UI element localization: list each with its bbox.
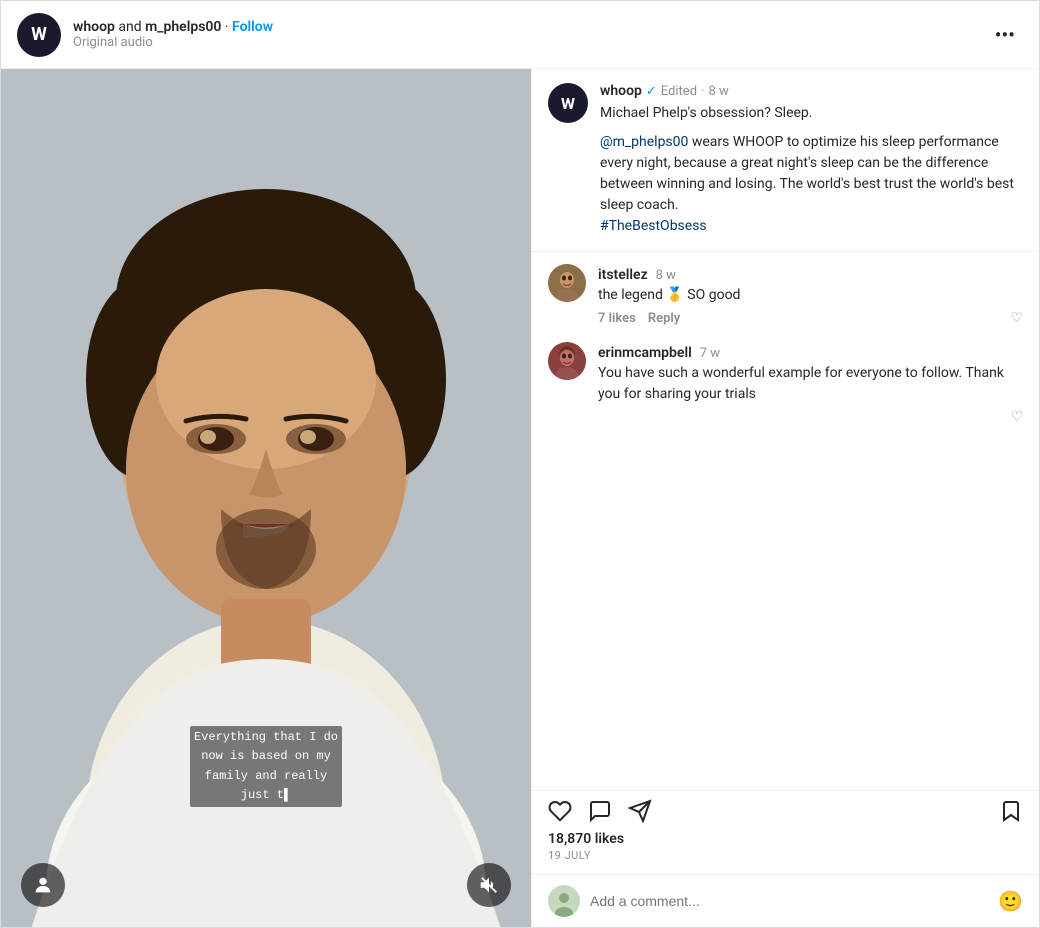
- comment-heart-itstellez[interactable]: ♡: [1010, 310, 1023, 326]
- caption-line1: Everything that I do: [194, 730, 338, 744]
- post-title: Michael Phelp's obsession? Sleep.: [600, 103, 1023, 124]
- comment-avatar-itstellez: [548, 264, 586, 302]
- comment-button[interactable]: [588, 799, 612, 823]
- comment-body-erinmcampbell: erinmcampbell 7 w You have such a wonder…: [598, 342, 1023, 425]
- post-title-text: Michael Phelp's obsession? Sleep.: [600, 105, 813, 121]
- comment-likes-row-erinmcampbell: ♡: [598, 409, 1023, 425]
- header-subtitle: Original audio: [73, 35, 987, 50]
- header-dot: ·: [225, 19, 232, 35]
- post-time: 8 w: [708, 84, 728, 99]
- action-bar: 18,870 likes 19 JULY: [532, 790, 1039, 874]
- post-body: @m_phelps00 wears WHOOP to optimize his …: [600, 132, 1023, 237]
- comments-section: itstellez 8 w the legend 🥇 SO good 7 lik…: [532, 252, 1039, 790]
- profile-button[interactable]: [21, 863, 65, 907]
- post-sidebar: W whoop ✓ Edited · 8 w Michael Phelp's o…: [531, 69, 1039, 927]
- header-and: and: [118, 19, 145, 35]
- comment-avatar-erinmcampbell: [548, 342, 586, 380]
- bookmark-button[interactable]: [999, 799, 1023, 823]
- more-options-button[interactable]: •••: [987, 19, 1023, 51]
- author-avatar-letter: W: [561, 94, 575, 113]
- comment-body-itstellez: itstellez 8 w the legend 🥇 SO good 7 lik…: [598, 264, 1023, 326]
- comment-header-erinmcampbell: erinmcampbell 7 w: [598, 342, 1023, 361]
- header-info: whoop and m_phelps00 · Follow Original a…: [73, 19, 987, 50]
- comment-time-itstellez: 8 w: [656, 268, 676, 283]
- author-name-row: whoop ✓ Edited · 8 w: [600, 83, 1023, 99]
- likes-count: 18,870 likes: [548, 831, 1023, 847]
- comment-username-erinmcampbell[interactable]: erinmcampbell: [598, 345, 692, 361]
- video-caption-text: Everything that I do now is based on my …: [190, 726, 342, 807]
- video-controls: [1, 863, 531, 907]
- caption-line4: just t▌: [241, 788, 291, 802]
- post-mention[interactable]: @m_phelps00: [600, 134, 688, 150]
- comment-user-avatar: [548, 885, 580, 917]
- post-date: 19 JULY: [548, 849, 1023, 862]
- comment-text-erinmcampbell: You have such a wonderful example for ev…: [598, 363, 1023, 405]
- video-caption: Everything that I do now is based on my …: [190, 726, 342, 807]
- share-button[interactable]: [628, 799, 652, 823]
- comment-likes-itstellez: 7 likes: [598, 311, 636, 326]
- comment-erinmcampbell: erinmcampbell 7 w You have such a wonder…: [548, 342, 1023, 425]
- post-edited: Edited: [661, 84, 697, 99]
- add-comment-row: 🙂: [532, 874, 1039, 927]
- post-dot: ·: [701, 84, 704, 99]
- author-row: W whoop ✓ Edited · 8 w Michael Phelp's o…: [548, 83, 1023, 237]
- comment-text-itstellez: the legend 🥇 SO good: [598, 285, 1023, 306]
- comment-likes-row-itstellez: 7 likes Reply ♡: [598, 310, 1023, 326]
- post-media: Everything that I do now is based on my …: [1, 69, 531, 927]
- mute-button[interactable]: [467, 863, 511, 907]
- post-header: W whoop and m_phelps00 · Follow Original…: [1, 1, 1039, 69]
- header-avatar-letter: W: [31, 24, 47, 45]
- post-main: Everything that I do now is based on my …: [1, 69, 1039, 927]
- caption-line3: family and really: [205, 769, 327, 783]
- comment-itstellez: itstellez 8 w the legend 🥇 SO good 7 lik…: [548, 264, 1023, 326]
- comment-reply-itstellez[interactable]: Reply: [648, 311, 680, 326]
- comment-time-erinmcampbell: 7 w: [700, 346, 720, 361]
- follow-button[interactable]: Follow: [232, 19, 273, 35]
- header-avatar: W: [17, 13, 61, 57]
- post-author-section: W whoop ✓ Edited · 8 w Michael Phelp's o…: [532, 69, 1039, 252]
- emoji-button[interactable]: 🙂: [998, 889, 1023, 913]
- post-hashtag[interactable]: #TheBestObsess: [600, 218, 707, 234]
- author-avatar: W: [548, 83, 588, 123]
- post-container: W whoop and m_phelps00 · Follow Original…: [0, 0, 1040, 928]
- caption-line2: now is based on my: [201, 749, 331, 763]
- like-button[interactable]: [548, 799, 572, 823]
- comment-heart-erinmcampbell[interactable]: ♡: [1010, 409, 1023, 425]
- header-names: whoop and m_phelps00 · Follow: [73, 19, 987, 35]
- comment-input[interactable]: [590, 893, 998, 909]
- verified-icon: ✓: [646, 84, 657, 99]
- header-username2[interactable]: m_phelps00: [145, 19, 221, 35]
- author-name[interactable]: whoop: [600, 83, 642, 99]
- author-content: whoop ✓ Edited · 8 w Michael Phelp's obs…: [600, 83, 1023, 237]
- action-icons: [548, 799, 1023, 823]
- header-username1[interactable]: whoop: [73, 19, 115, 35]
- comment-header-itstellez: itstellez 8 w: [598, 264, 1023, 283]
- comment-username-itstellez[interactable]: itstellez: [598, 267, 648, 283]
